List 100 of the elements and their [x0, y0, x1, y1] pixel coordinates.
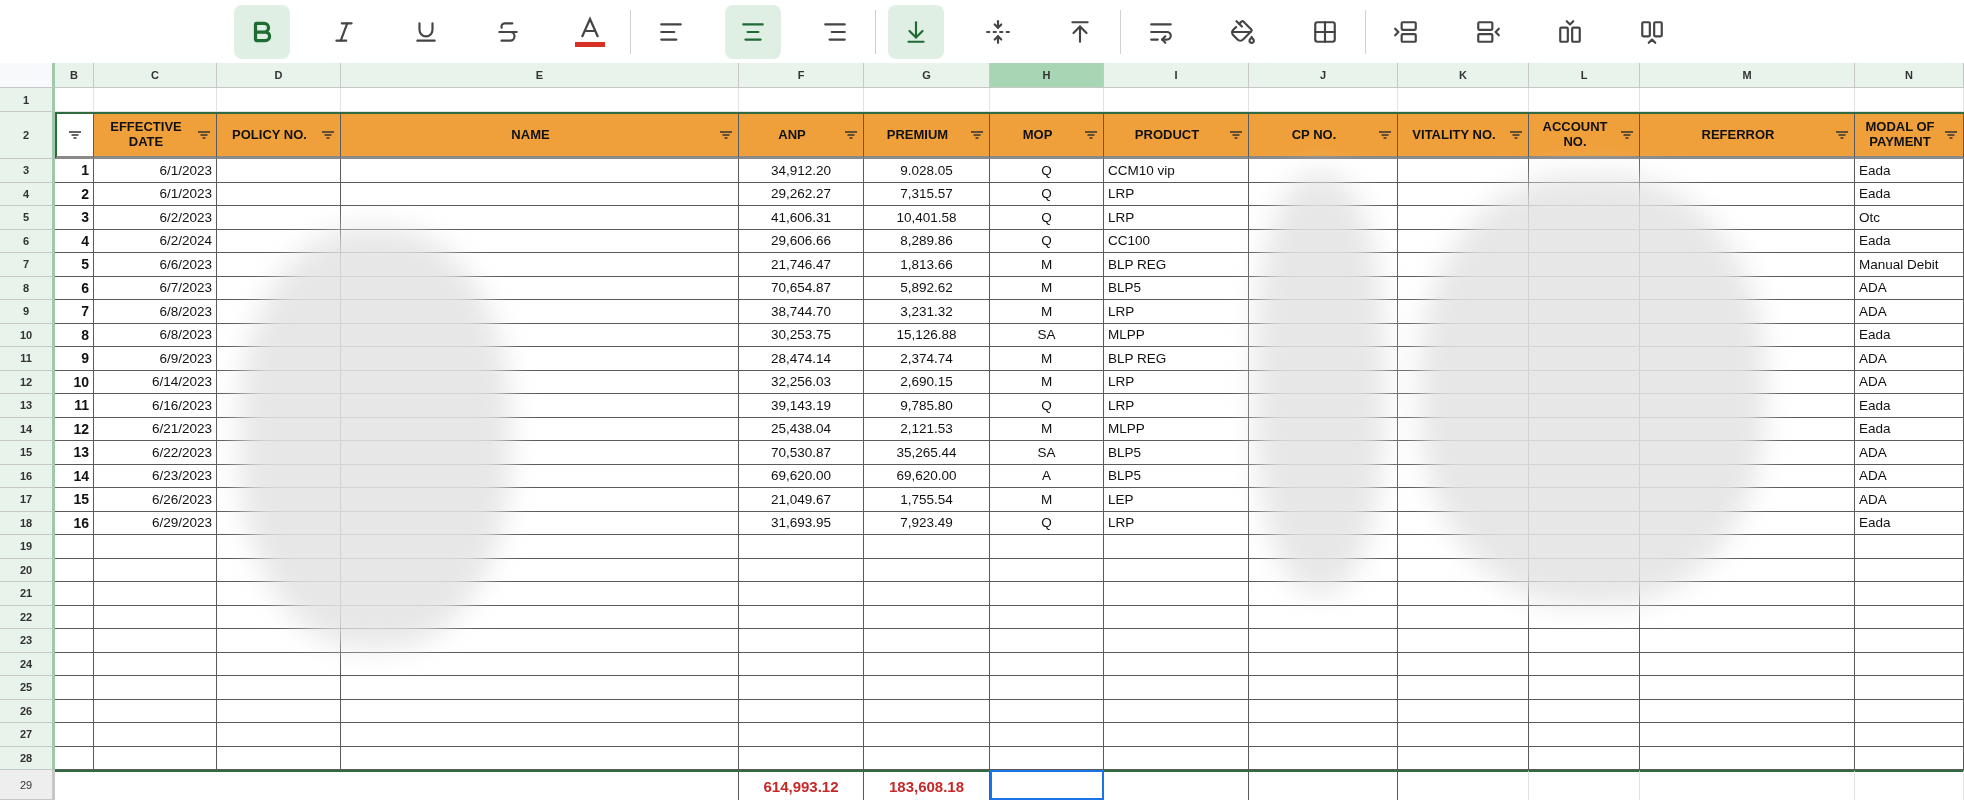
table-cell: 2,121.53	[864, 417, 990, 441]
total-cell: 614,993.12	[739, 770, 864, 800]
table-cell: Q	[990, 511, 1104, 535]
table-cell: 6	[55, 276, 94, 300]
row-number[interactable]: 27	[0, 723, 55, 747]
row-number[interactable]: 26	[0, 699, 55, 723]
table-cell: 21,746.47	[739, 253, 864, 277]
header-label: PREMIUM	[886, 127, 949, 143]
table-cell: 70,530.87	[739, 441, 864, 465]
table-cell: Eada	[1855, 182, 1964, 206]
row-number[interactable]: 2	[0, 112, 55, 159]
row-number[interactable]: 22	[0, 605, 55, 629]
table-cell: SA	[990, 323, 1104, 347]
row-number[interactable]: 28	[0, 746, 55, 770]
column-letter[interactable]: J	[1249, 63, 1398, 88]
row-number[interactable]: 20	[0, 558, 55, 582]
table-cell: 70,654.87	[739, 276, 864, 300]
header-label: PRODUCT	[1134, 127, 1200, 143]
column-letter[interactable]: M	[1640, 63, 1855, 88]
row-number[interactable]: 10	[0, 323, 55, 347]
column-letter[interactable]: L	[1529, 63, 1640, 88]
row-number[interactable]: 3	[0, 159, 55, 183]
total-cell: 183,608.18	[864, 770, 990, 800]
table-cell: BLP REG	[1104, 253, 1249, 277]
table-cell: 8,289.86	[864, 229, 990, 253]
table-cell: CCM10 vip	[1104, 159, 1249, 183]
row-number[interactable]: 12	[0, 370, 55, 394]
table-cell: M	[990, 347, 1104, 371]
table-cell: 6/8/2023	[94, 323, 217, 347]
table-cell: Eada	[1855, 417, 1964, 441]
column-letter[interactable]: G	[864, 63, 990, 88]
row-number[interactable]: 5	[0, 206, 55, 230]
table-cell: 2,690.15	[864, 370, 990, 394]
header-label: MODAL OF PAYMENT	[1864, 120, 1936, 150]
row-number[interactable]: 13	[0, 394, 55, 418]
table-cell: LRP	[1104, 511, 1249, 535]
table-cell: 6/2/2023	[94, 206, 217, 230]
table-cell: 15	[55, 488, 94, 512]
table-cell: 6/21/2023	[94, 417, 217, 441]
row-number[interactable]: 18	[0, 511, 55, 535]
table-cell: Eada	[1855, 229, 1964, 253]
row-number[interactable]: 17	[0, 488, 55, 512]
table-cell: M	[990, 276, 1104, 300]
column-letter[interactable]: B	[55, 63, 94, 88]
table-cell: MLPP	[1104, 417, 1249, 441]
table-cell: 69,620.00	[864, 464, 990, 488]
row-number[interactable]: 4	[0, 182, 55, 206]
table-cell: BLP5	[1104, 464, 1249, 488]
table-cell: 41,606.31	[739, 206, 864, 230]
table-cell: Q	[990, 229, 1104, 253]
row-number[interactable]: 1	[0, 88, 55, 112]
row-number[interactable]: 11	[0, 347, 55, 371]
table-cell: 4	[55, 229, 94, 253]
row-number[interactable]: 19	[0, 535, 55, 559]
table-cell: 34,912.20	[739, 159, 864, 183]
table-cell: M	[990, 300, 1104, 324]
table-cell: ADA	[1855, 276, 1964, 300]
row-number[interactable]: 21	[0, 582, 55, 606]
header-label: MOP	[1022, 127, 1053, 143]
table-cell: ADA	[1855, 488, 1964, 512]
column-letter[interactable]: D	[217, 63, 341, 88]
table-cell: 6/1/2023	[94, 182, 217, 206]
table-cell: 6/1/2023	[94, 159, 217, 183]
column-letter[interactable]: N	[1855, 63, 1964, 88]
column-letter[interactable]: E	[341, 63, 739, 88]
column-letter[interactable]: C	[94, 63, 217, 88]
row-number[interactable]: 16	[0, 464, 55, 488]
header-label: POLICY NO.	[232, 127, 307, 143]
table-cell: 8	[55, 323, 94, 347]
table-cell: 29,606.66	[739, 229, 864, 253]
row-number[interactable]: 7	[0, 253, 55, 277]
row-number[interactable]: 29	[0, 770, 55, 800]
row-number[interactable]: 25	[0, 676, 55, 700]
table-cell: M	[990, 253, 1104, 277]
row-number[interactable]: 24	[0, 652, 55, 676]
table-cell: Eada	[1855, 394, 1964, 418]
row-number[interactable]: 8	[0, 276, 55, 300]
table-cell: 9,785.80	[864, 394, 990, 418]
table-cell: 10,401.58	[864, 206, 990, 230]
table-cell: 30,253.75	[739, 323, 864, 347]
column-letter[interactable]: I	[1104, 63, 1249, 88]
table-cell: 6/29/2023	[94, 511, 217, 535]
row-number[interactable]: 14	[0, 417, 55, 441]
table-cell: 6/23/2023	[94, 464, 217, 488]
row-number[interactable]: 9	[0, 300, 55, 324]
table-cell: 9	[55, 347, 94, 371]
table-cell: 31,693.95	[739, 511, 864, 535]
column-letter[interactable]: H	[990, 63, 1104, 88]
row-number[interactable]: 23	[0, 629, 55, 653]
column-letter[interactable]: K	[1398, 63, 1529, 88]
table-cell: 13	[55, 441, 94, 465]
table-cell: 2	[55, 182, 94, 206]
table-cell: 11	[55, 394, 94, 418]
column-letter[interactable]: F	[739, 63, 864, 88]
row-number[interactable]: 6	[0, 229, 55, 253]
table-cell: Eada	[1855, 323, 1964, 347]
table-cell: CC100	[1104, 229, 1249, 253]
table-cell: 6/16/2023	[94, 394, 217, 418]
row-number[interactable]: 15	[0, 441, 55, 465]
table-cell: 32,256.03	[739, 370, 864, 394]
